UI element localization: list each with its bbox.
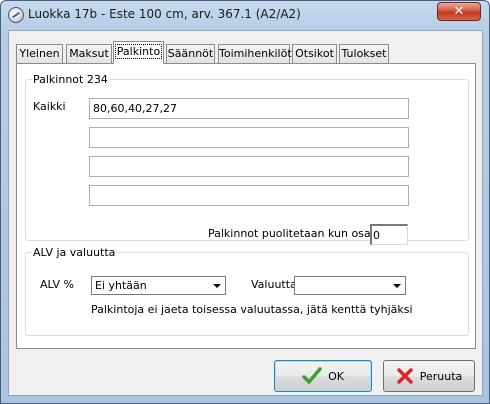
vat-select[interactable]: Ei yhtään <box>91 276 226 295</box>
cross-icon <box>396 367 414 385</box>
tab-toimihenkilot[interactable]: Toimihenkilöt <box>218 44 292 63</box>
tab-otsikot[interactable]: Otsikot <box>292 44 337 63</box>
tab-tulokset[interactable]: Tulokset <box>339 44 389 63</box>
currency-note: Palkintoja ei jaeta toisessa valuutassa,… <box>91 303 413 316</box>
prize-amounts-field-4[interactable] <box>89 185 409 206</box>
prize-split-input[interactable] <box>370 224 408 245</box>
vat-currency-group: ALV ja valuutta ALV % Ei yhtään Valuutta… <box>25 246 469 336</box>
ok-button[interactable]: OK <box>274 360 372 392</box>
ok-button-label: OK <box>328 369 344 383</box>
tab-palkinto[interactable]: Palkinto <box>113 41 164 64</box>
all-prizes-label: Kaikki <box>33 100 66 113</box>
vat-currency-group-label: ALV ja valuutta <box>32 246 117 259</box>
cancel-button-label: Peruuta <box>419 369 463 383</box>
prize-amounts-field-1[interactable] <box>89 98 409 119</box>
chevron-down-icon[interactable] <box>389 278 404 293</box>
chevron-down-icon[interactable] <box>209 278 224 293</box>
close-icon: ✕ <box>453 4 465 19</box>
tab-maksut[interactable]: Maksut <box>66 44 112 63</box>
prize-amounts-field-2[interactable] <box>89 127 409 148</box>
tab-saannot[interactable]: Säännöt <box>166 44 215 63</box>
vat-label: ALV % <box>40 278 74 291</box>
cancel-button[interactable]: Peruuta <box>383 360 475 392</box>
currency-select[interactable] <box>294 276 406 295</box>
title-bar[interactable]: Luokka 17b - Este 100 cm, arv. 367.1 (A2… <box>1 1 489 31</box>
tab-yleinen[interactable]: Yleinen <box>16 44 63 63</box>
prize-amounts-field-3[interactable] <box>89 156 409 177</box>
dialog-window: Luokka 17b - Este 100 cm, arv. 367.1 (A2… <box>0 0 490 404</box>
close-button[interactable]: ✕ <box>437 2 481 21</box>
currency-label: Valuutta <box>251 278 297 291</box>
check-icon <box>302 367 322 385</box>
prizes-group-label: Palkinnot 234 <box>32 73 109 86</box>
prize-tab-page: Palkinnot 234 Kaikki Palkinnot puoliteta… <box>16 63 476 349</box>
vat-select-value: Ei yhtään <box>95 279 147 292</box>
prizes-group: Palkinnot 234 Kaikki Palkinnot puoliteta… <box>25 73 469 245</box>
application-icon[interactable] <box>8 7 24 23</box>
dialog-client-area: Yleinen Maksut Palkinto Säännöt Toimihen… <box>8 30 483 396</box>
prize-split-label: Palkinnot puolitetaan kun osall. vä <box>208 227 398 240</box>
window-title: Luokka 17b - Este 100 cm, arv. 367.1 (A2… <box>28 7 301 21</box>
